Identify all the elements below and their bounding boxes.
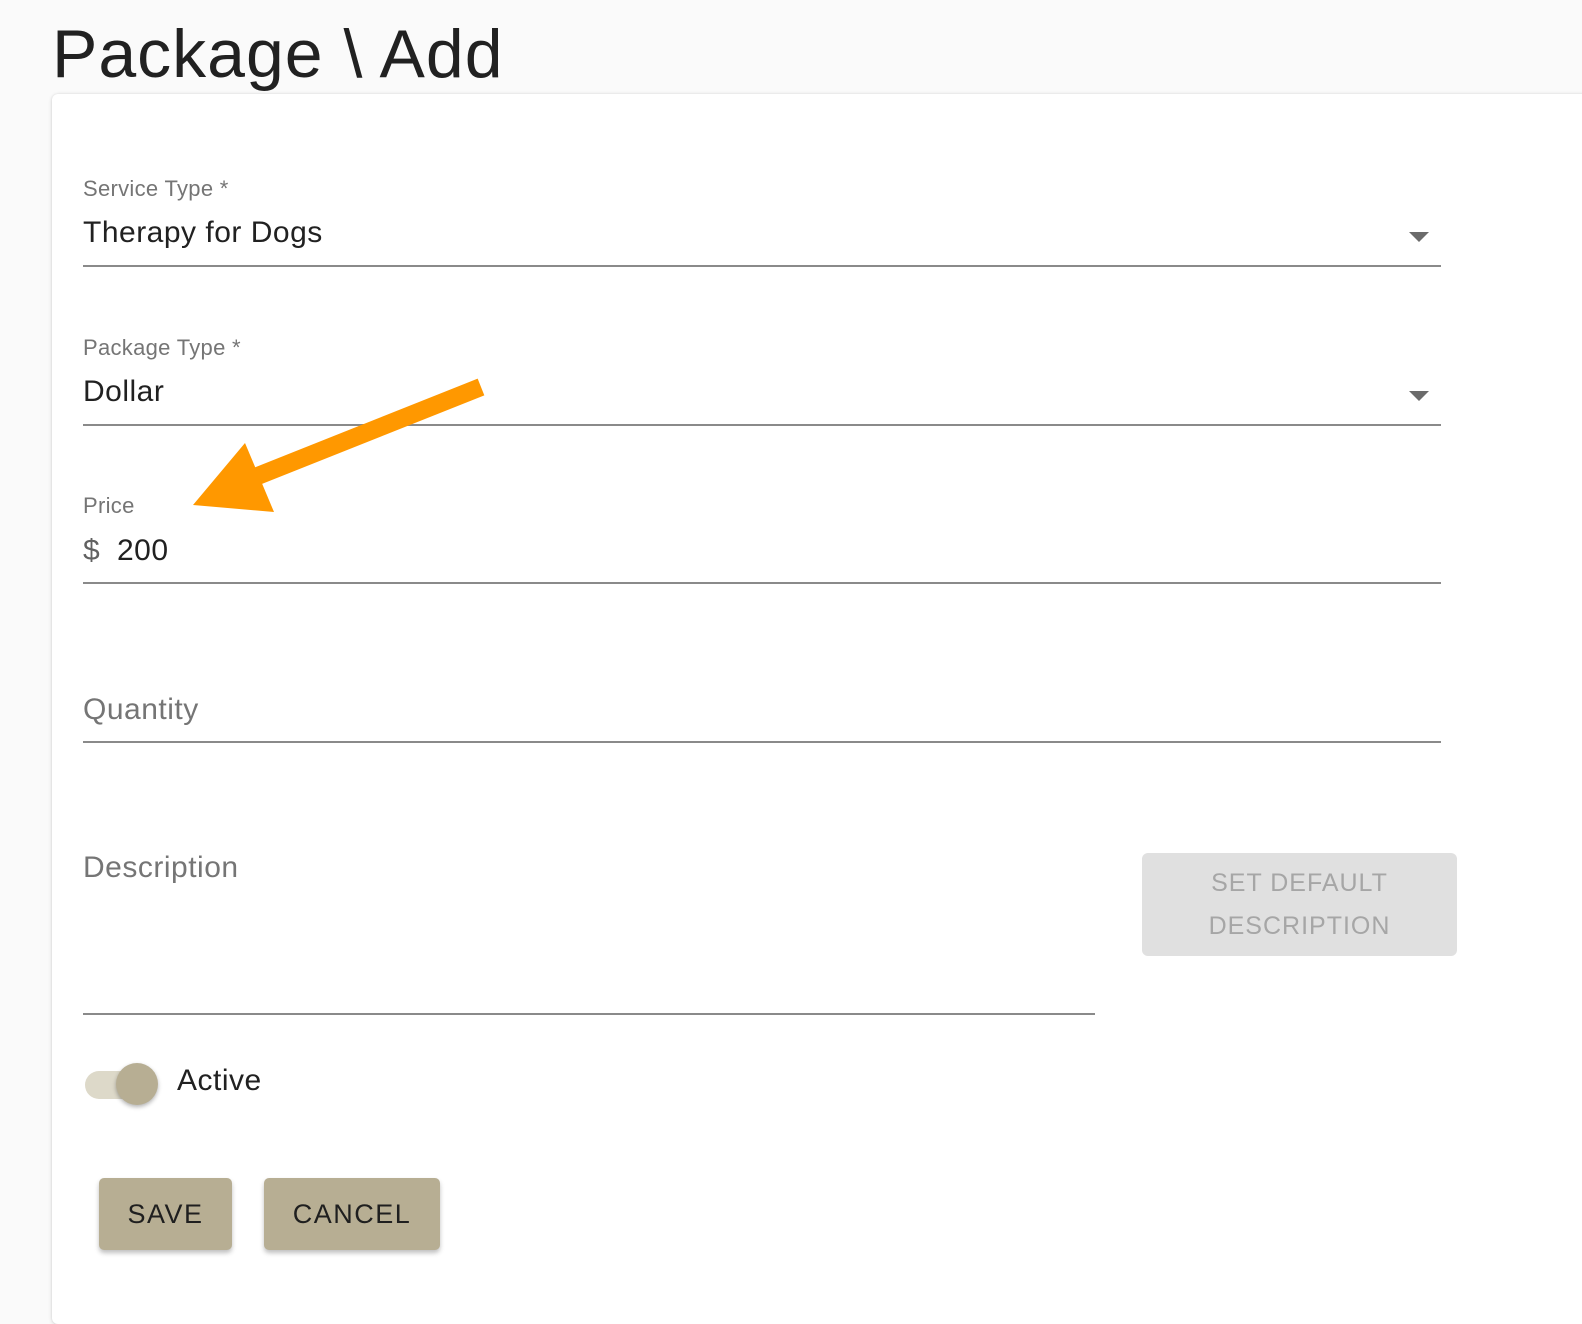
active-toggle[interactable] [85, 1063, 158, 1107]
page-title: Package \ Add [52, 16, 504, 92]
quantity-input[interactable]: Quantity [83, 640, 1441, 744]
active-label: Active [177, 1064, 262, 1097]
cancel-button[interactable]: CANCEL [264, 1178, 440, 1250]
description-placeholder: Description [83, 851, 239, 884]
chevron-down-icon [1409, 391, 1429, 401]
toggle-thumb [116, 1063, 158, 1105]
quantity-underline [83, 741, 1441, 743]
package-type-underline [83, 424, 1441, 426]
dollar-prefix: $ [83, 534, 100, 567]
description-textarea[interactable]: Description [83, 845, 1095, 1016]
price-value: 200 [117, 534, 169, 567]
chevron-down-icon [1409, 232, 1429, 242]
price-input[interactable]: Price $ 200 [83, 487, 1441, 585]
package-type-value: Dollar [83, 375, 165, 408]
package-type-label: Package Type * [83, 335, 241, 360]
service-type-value: Therapy for Dogs [83, 216, 323, 249]
price-underline [83, 582, 1441, 584]
service-type-underline [83, 265, 1441, 267]
package-type-select[interactable]: Package Type * Dollar [83, 329, 1441, 427]
description-underline [83, 1013, 1095, 1015]
service-type-label: Service Type * [83, 176, 229, 201]
save-button[interactable]: SAVE [99, 1178, 232, 1250]
price-label: Price [83, 493, 135, 518]
service-type-select[interactable]: Service Type * Therapy for Dogs [83, 170, 1441, 268]
set-default-description-button[interactable]: SET DEFAULT DESCRIPTION [1142, 853, 1457, 956]
quantity-placeholder: Quantity [83, 693, 199, 726]
